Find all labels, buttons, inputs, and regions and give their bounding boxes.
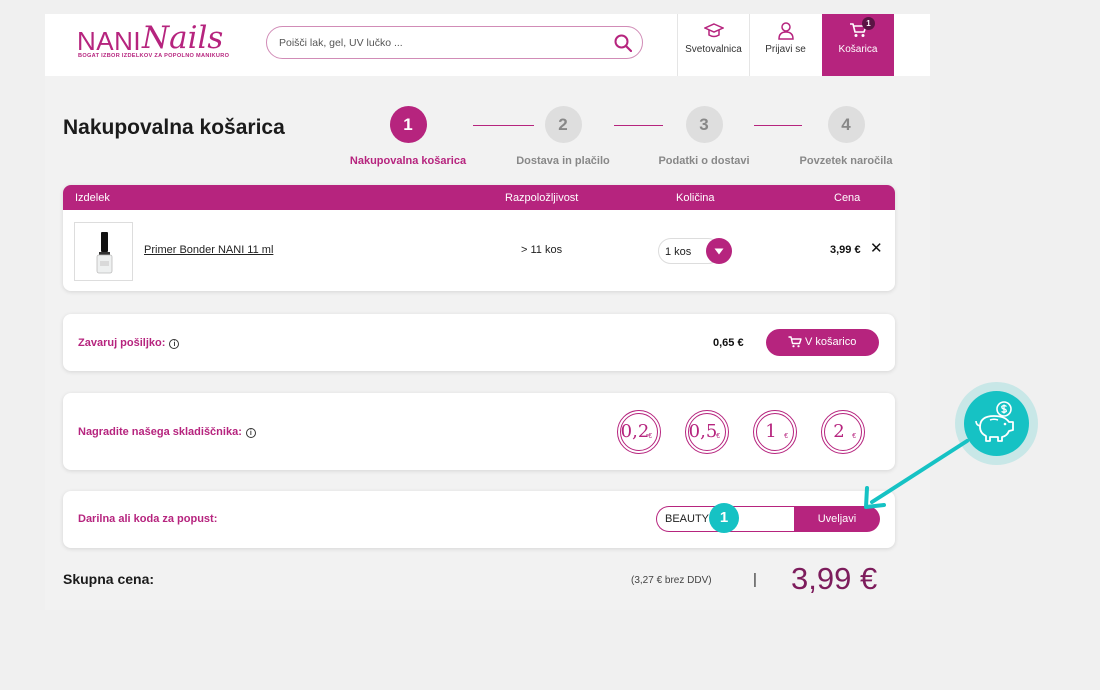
add-insurance-label: V košarico [805, 336, 857, 348]
column-quantity: Količina [676, 192, 715, 204]
step-number: 1 [389, 106, 427, 143]
cart-count-badge: 1 [862, 17, 875, 30]
step-label: Povzetek naročila [799, 155, 893, 167]
discount-code-card: Darilna ali koda za popust: Uveljavi 1 [63, 491, 895, 548]
nav-cart[interactable]: 1 Košarica [822, 14, 894, 76]
nail-polish-bottle-icon [96, 232, 113, 274]
step-number: 2 [544, 106, 582, 143]
product-name-link[interactable]: Primer Bonder NANI 11 ml [144, 244, 273, 256]
product-price: 3,99 € [830, 244, 861, 256]
coin-currency: € [648, 433, 652, 440]
nav-cart-label: Košarica [838, 44, 878, 55]
tip-label: Nagradite našega skladiščnika: i [78, 426, 256, 438]
coin-currency: € [784, 433, 788, 440]
page-container: NANI Nails BOGAT IZBOR IZDELKOV ZA POPOL… [45, 14, 930, 610]
insurance-price: 0,65 € [713, 337, 744, 349]
column-price: Cena [834, 192, 861, 204]
piggy-bank-icon [975, 401, 1014, 442]
coin-currency: € [716, 433, 720, 440]
site-header: NANI Nails BOGAT IZBOR IZDELKOV ZA POPOL… [45, 14, 930, 76]
step-cart[interactable]: 1 Nakupovalna košarica [343, 106, 473, 167]
product-availability: > 11 kos [521, 244, 563, 256]
tutorial-step-marker: 1 [709, 503, 739, 533]
logo-script: Nails [142, 20, 224, 56]
total-price: 3,99 € [791, 561, 878, 596]
step-label: Nakupovalna košarica [349, 155, 467, 167]
pointer-arrow [864, 439, 969, 509]
nav-academy-label: Svetovalnica [685, 44, 742, 55]
column-product: Izdelek [75, 192, 110, 204]
insurance-label-text: Zavaruj pošiljko: [78, 337, 166, 349]
cart-table: Izdelek Razpoložljivost Količina Cena Pr… [63, 185, 895, 291]
total-label: Skupna cena: [63, 571, 155, 587]
page-title: Nakupovalna košarica [63, 116, 285, 139]
coin-value: 2 [833, 421, 845, 442]
coin-value: 0,2 [620, 421, 650, 442]
discount-label: Darilna ali koda za popust: [78, 513, 218, 525]
logo[interactable]: NANI Nails BOGAT IZBOR IZDELKOV ZA POPOL… [77, 20, 230, 62]
quantity-dropdown-button[interactable] [706, 238, 732, 264]
nav-academy[interactable]: Svetovalnica [677, 14, 749, 76]
cart-table-header: Izdelek Razpoložljivost Količina Cena [63, 185, 895, 210]
graduation-cap-icon [703, 23, 724, 38]
step-number: 3 [685, 106, 723, 143]
step-order-summary: 4 Povzetek naročila [781, 106, 911, 167]
tip-coin-0-2[interactable]: 0,2 € [617, 410, 661, 454]
nav-login[interactable]: Prijavi se [749, 14, 821, 76]
column-availability: Razpoložljivost [505, 192, 579, 204]
logo-tagline: BOGAT IZBOR IZDELKOV ZA POPOLNO MANIKURO [78, 53, 230, 59]
remove-item-icon[interactable]: ✕ [870, 241, 883, 256]
tip-card: Nagradite našega skladiščnika: i 0,2 € 0,5… [63, 393, 895, 470]
product-thumbnail[interactable] [74, 222, 133, 281]
step-label: Podatki o dostavi [658, 155, 750, 167]
shipping-insurance-card: Zavaruj pošiljko: i 0,65 € V košarico [63, 314, 895, 371]
add-insurance-button[interactable]: V košarico [766, 329, 879, 356]
search-icon[interactable] [614, 34, 632, 52]
tip-label-text: Nagradite našega skladiščnika: [78, 426, 242, 438]
search-input[interactable] [279, 34, 599, 52]
step-delivery-details: 3 Podatki o dostavi [639, 106, 769, 167]
tip-coin-0-5[interactable]: 0,5 € [685, 410, 729, 454]
insurance-label: Zavaruj pošiljko: i [78, 337, 180, 349]
user-icon [777, 22, 794, 40]
info-icon[interactable]: i [169, 339, 180, 349]
coin-value: 0,5 [688, 421, 718, 442]
tip-coin-1[interactable]: 1 € [753, 410, 797, 454]
total-separator: | [753, 571, 757, 588]
cart-icon [788, 336, 802, 348]
total-net-price: (3,27 € brez DDV) [631, 575, 712, 586]
quantity-value: 1 kos [665, 246, 692, 258]
search-box [266, 26, 643, 59]
step-number: 4 [827, 106, 865, 143]
step-delivery-payment: 2 Dostava in plačilo [498, 106, 628, 167]
chevron-down-icon [714, 248, 724, 255]
info-icon[interactable]: i [245, 428, 256, 438]
nav-login-label: Prijavi se [765, 44, 806, 55]
coin-value: 1 [765, 421, 777, 442]
step-label: Dostava in plačilo [516, 155, 610, 167]
